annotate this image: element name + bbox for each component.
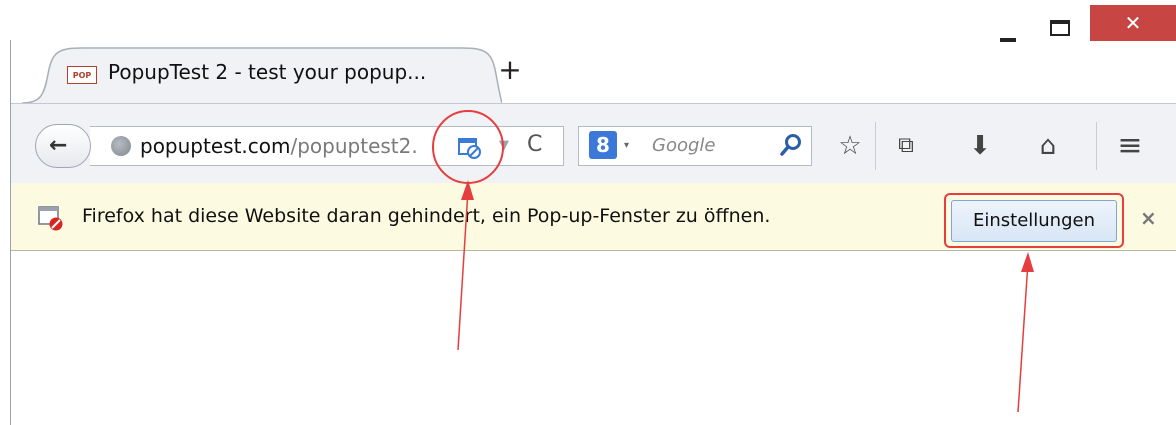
downloads-icon[interactable]: ⬇: [962, 128, 998, 164]
bookmark-star-icon[interactable]: ☆: [832, 128, 868, 164]
search-placeholder[interactable]: Google: [652, 135, 715, 156]
search-engine-dropdown-icon[interactable]: ▾: [624, 140, 629, 151]
close-window-button[interactable]: ✕: [1090, 5, 1176, 41]
popup-blocked-notification-icon: [38, 206, 63, 231]
search-engine-icon[interactable]: 8: [589, 131, 617, 159]
url-host: popuptest.com: [140, 134, 291, 158]
menu-icon[interactable]: ≡: [1112, 128, 1148, 164]
url-text[interactable]: popuptest.com/popuptest2.: [140, 134, 440, 158]
tab-favicon: POP: [67, 66, 97, 84]
notification-text: Firefox hat diese Website daran gehinder…: [82, 205, 771, 227]
popup-blocked-icon[interactable]: [457, 135, 481, 159]
home-icon[interactable]: ⌂: [1030, 128, 1066, 164]
url-path: /popuptest2.: [290, 134, 418, 158]
search-go-icon[interactable]: [779, 132, 803, 158]
notification-close-icon[interactable]: ×: [1140, 206, 1157, 230]
globe-icon[interactable]: [111, 136, 131, 156]
toolbar-separator: [875, 122, 876, 170]
maximize-button[interactable]: [1050, 20, 1070, 36]
settings-button-highlight: [944, 193, 1124, 248]
minimize-button[interactable]: [994, 22, 1022, 42]
back-arrow-icon: ←: [49, 133, 68, 158]
toolbar-separator: [1096, 122, 1097, 170]
reload-icon[interactable]: C: [527, 132, 542, 157]
bookmarks-menu-icon[interactable]: ⧉: [888, 128, 924, 164]
url-dropdown-icon[interactable]: ▼: [499, 138, 509, 153]
new-tab-button[interactable]: +: [496, 56, 524, 84]
tab-title[interactable]: PopupTest 2 - test your popup...: [108, 60, 426, 84]
